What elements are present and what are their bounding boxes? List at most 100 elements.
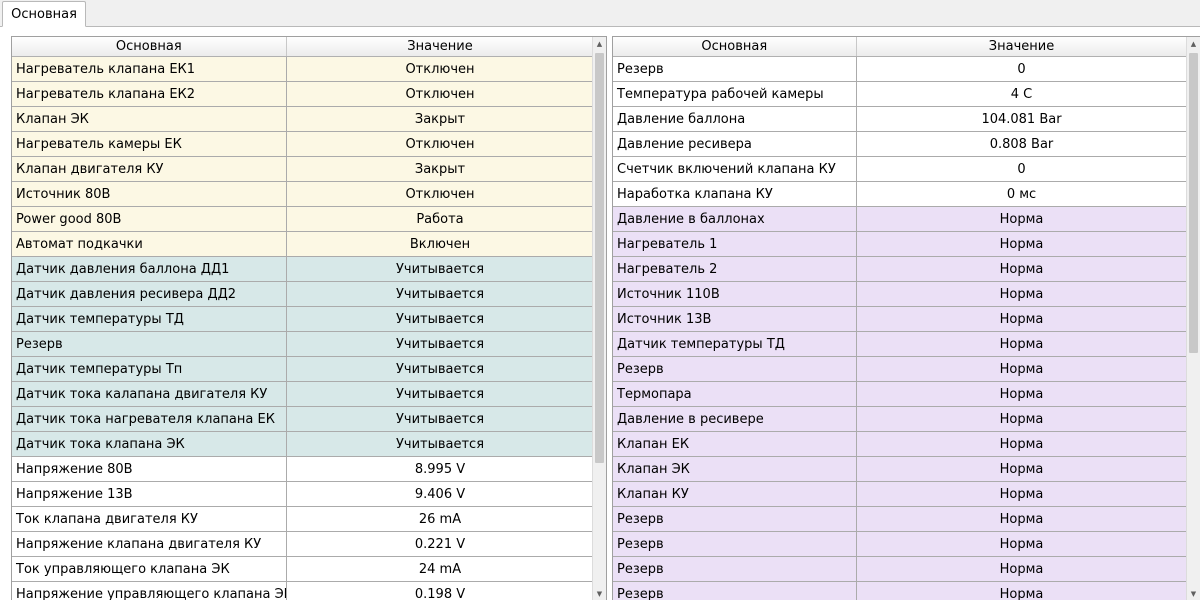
parameter-value-cell[interactable]: Норма xyxy=(856,331,1188,357)
table-row[interactable]: Нагреватель 2 Норма xyxy=(613,256,1188,282)
table-row[interactable]: Клапан ЭК Норма xyxy=(613,456,1188,482)
table-row[interactable]: Датчик тока калапана двигателя КУ Учитыва… xyxy=(12,381,595,407)
parameter-name-cell[interactable]: Клапан двигателя КУ xyxy=(12,156,287,182)
parameter-value-cell[interactable]: Норма xyxy=(856,406,1188,432)
parameter-value-cell[interactable]: Отключен xyxy=(286,181,595,207)
scroll-up-arrow-icon[interactable]: ▲ xyxy=(593,37,606,51)
parameter-name-cell[interactable]: Напряжение клапана двигателя КУ xyxy=(12,531,287,557)
table-row[interactable]: Датчик давления ресивера ДД2 Учитывается xyxy=(12,281,595,307)
parameter-name-cell[interactable]: Источник 110В xyxy=(613,281,857,307)
parameter-name-cell[interactable]: Клапан ЕК xyxy=(613,431,857,457)
table-row[interactable]: Автомат подкачки Включен xyxy=(12,231,595,257)
parameter-value-cell[interactable]: Учитывается xyxy=(286,281,595,307)
table-row[interactable]: Датчик температуры ТД Учитывается xyxy=(12,306,595,332)
parameter-name-cell[interactable]: Резерв xyxy=(613,581,857,600)
parameter-value-cell[interactable]: Учитывается xyxy=(286,331,595,357)
column-header-parameter[interactable]: Основная xyxy=(613,37,857,57)
table-row[interactable]: Напряжение управляющего клапана ЭК 0.198 … xyxy=(12,581,595,600)
parameter-name-cell[interactable]: Power good 80В xyxy=(12,206,287,232)
table-row[interactable]: Нагреватель клапана ЕК1 Отключен xyxy=(12,56,595,82)
scrollbar-thumb[interactable] xyxy=(595,53,604,463)
table-row[interactable]: Нагреватель клапана ЕК2 Отключен xyxy=(12,81,595,107)
table-row[interactable]: Клапан КУ Норма xyxy=(613,481,1188,507)
table-row[interactable]: Давление ресивера 0.808 Bar xyxy=(613,131,1188,157)
parameter-name-cell[interactable]: Ток управляющего клапана ЭК xyxy=(12,556,287,582)
table-row[interactable]: Резерв Учитывается xyxy=(12,331,595,357)
parameter-value-cell[interactable]: Работа xyxy=(286,206,595,232)
table-row[interactable]: Напряжение 13В 9.406 V xyxy=(12,481,595,507)
parameter-value-cell[interactable]: 0 мс xyxy=(856,181,1188,207)
table-row[interactable]: Датчик тока нагревателя клапана ЕК Учитыв… xyxy=(12,406,595,432)
table-row[interactable]: Клапан ЭК Закрыт xyxy=(12,106,595,132)
tab-main[interactable]: Основная xyxy=(2,1,86,27)
table-row[interactable]: Резерв Норма xyxy=(613,506,1188,532)
parameter-name-cell[interactable]: Напряжение 80В xyxy=(12,456,287,482)
parameter-value-cell[interactable]: 0.808 Bar xyxy=(856,131,1188,157)
parameter-value-cell[interactable]: 8.995 V xyxy=(286,456,595,482)
parameter-value-cell[interactable]: Отключен xyxy=(286,81,595,107)
parameter-value-cell[interactable]: Закрыт xyxy=(286,156,595,182)
parameter-name-cell[interactable]: Термопара xyxy=(613,381,857,407)
parameter-value-cell[interactable]: Норма xyxy=(856,456,1188,482)
parameter-name-cell[interactable]: Нагреватель клапана ЕК1 xyxy=(12,56,287,82)
table-row[interactable]: Датчик тока клапана ЭК Учитывается xyxy=(12,431,595,457)
right-vertical-scrollbar[interactable]: ▲ ▼ xyxy=(1186,37,1200,600)
parameter-name-cell[interactable]: Датчик температуры Тп xyxy=(12,356,287,382)
parameter-name-cell[interactable]: Источник 13В xyxy=(613,306,857,332)
parameter-name-cell[interactable]: Автомат подкачки xyxy=(12,231,287,257)
parameter-value-cell[interactable]: Норма xyxy=(856,381,1188,407)
parameter-value-cell[interactable]: Учитывается xyxy=(286,431,595,457)
parameter-value-cell[interactable]: Учитывается xyxy=(286,356,595,382)
table-row[interactable]: Power good 80В Работа xyxy=(12,206,595,232)
table-row[interactable]: Резерв Норма xyxy=(613,581,1188,600)
table-row[interactable]: Резерв Норма xyxy=(613,531,1188,557)
table-row[interactable]: Источник 80В Отключен xyxy=(12,181,595,207)
table-row[interactable]: Клапан ЕК Норма xyxy=(613,431,1188,457)
parameter-value-cell[interactable]: Норма xyxy=(856,556,1188,582)
parameter-value-cell[interactable]: Норма xyxy=(856,231,1188,257)
parameter-value-cell[interactable]: 0.221 V xyxy=(286,531,595,557)
scroll-up-arrow-icon[interactable]: ▲ xyxy=(1187,37,1200,51)
table-row[interactable]: Напряжение клапана двигателя КУ 0.221 V xyxy=(12,531,595,557)
table-row[interactable]: Ток управляющего клапана ЭК 24 mA xyxy=(12,556,595,582)
parameter-value-cell[interactable]: Норма xyxy=(856,356,1188,382)
parameter-name-cell[interactable]: Напряжение управляющего клапана ЭК xyxy=(12,581,287,600)
column-header-value[interactable]: Значение xyxy=(856,37,1188,57)
parameter-value-cell[interactable]: Включен xyxy=(286,231,595,257)
parameter-value-cell[interactable]: Учитывается xyxy=(286,256,595,282)
table-row[interactable]: Источник 110В Норма xyxy=(613,281,1188,307)
parameter-name-cell[interactable]: Клапан КУ xyxy=(613,481,857,507)
parameter-name-cell[interactable]: Датчик температуры ТД xyxy=(613,331,857,357)
table-row[interactable]: Резерв Норма xyxy=(613,356,1188,382)
parameter-value-cell[interactable]: Норма xyxy=(856,206,1188,232)
parameter-value-cell[interactable]: 0 xyxy=(856,56,1188,82)
column-header-value[interactable]: Значение xyxy=(286,37,595,57)
parameter-value-cell[interactable]: Учитывается xyxy=(286,306,595,332)
parameter-name-cell[interactable]: Датчик тока клапана ЭК xyxy=(12,431,287,457)
parameter-name-cell[interactable]: Температура рабочей камеры xyxy=(613,81,857,107)
table-row[interactable]: Ток клапана двигателя КУ 26 mA xyxy=(12,506,595,532)
parameter-name-cell[interactable]: Клапан ЭК xyxy=(12,106,287,132)
table-row[interactable]: Клапан двигателя КУ Закрыт xyxy=(12,156,595,182)
table-row[interactable]: Давление баллона 104.081 Bar xyxy=(613,106,1188,132)
parameter-value-cell[interactable]: 4 C xyxy=(856,81,1188,107)
table-row[interactable]: Напряжение 80В 8.995 V xyxy=(12,456,595,482)
parameter-value-cell[interactable]: 0 xyxy=(856,156,1188,182)
scroll-down-arrow-icon[interactable]: ▼ xyxy=(1187,587,1200,600)
parameter-value-cell[interactable]: 0.198 V xyxy=(286,581,595,600)
table-row[interactable]: Нагреватель камеры ЕК Отключен xyxy=(12,131,595,157)
parameter-name-cell[interactable]: Резерв xyxy=(613,556,857,582)
table-row[interactable]: Нагреватель 1 Норма xyxy=(613,231,1188,257)
parameter-name-cell[interactable]: Наработка клапана КУ xyxy=(613,181,857,207)
parameter-name-cell[interactable]: Напряжение 13В xyxy=(12,481,287,507)
parameter-value-cell[interactable]: Норма xyxy=(856,506,1188,532)
parameter-name-cell[interactable]: Ток клапана двигателя КУ xyxy=(12,506,287,532)
parameter-name-cell[interactable]: Датчик температуры ТД xyxy=(12,306,287,332)
parameter-value-cell[interactable]: Норма xyxy=(856,531,1188,557)
parameter-value-cell[interactable]: Закрыт xyxy=(286,106,595,132)
parameter-value-cell[interactable]: Норма xyxy=(856,481,1188,507)
parameter-name-cell[interactable]: Нагреватель клапана ЕК2 xyxy=(12,81,287,107)
parameter-name-cell[interactable]: Датчик тока нагревателя клапана ЕК xyxy=(12,406,287,432)
parameter-name-cell[interactable]: Датчик давления ресивера ДД2 xyxy=(12,281,287,307)
table-row[interactable]: Термопара Норма xyxy=(613,381,1188,407)
